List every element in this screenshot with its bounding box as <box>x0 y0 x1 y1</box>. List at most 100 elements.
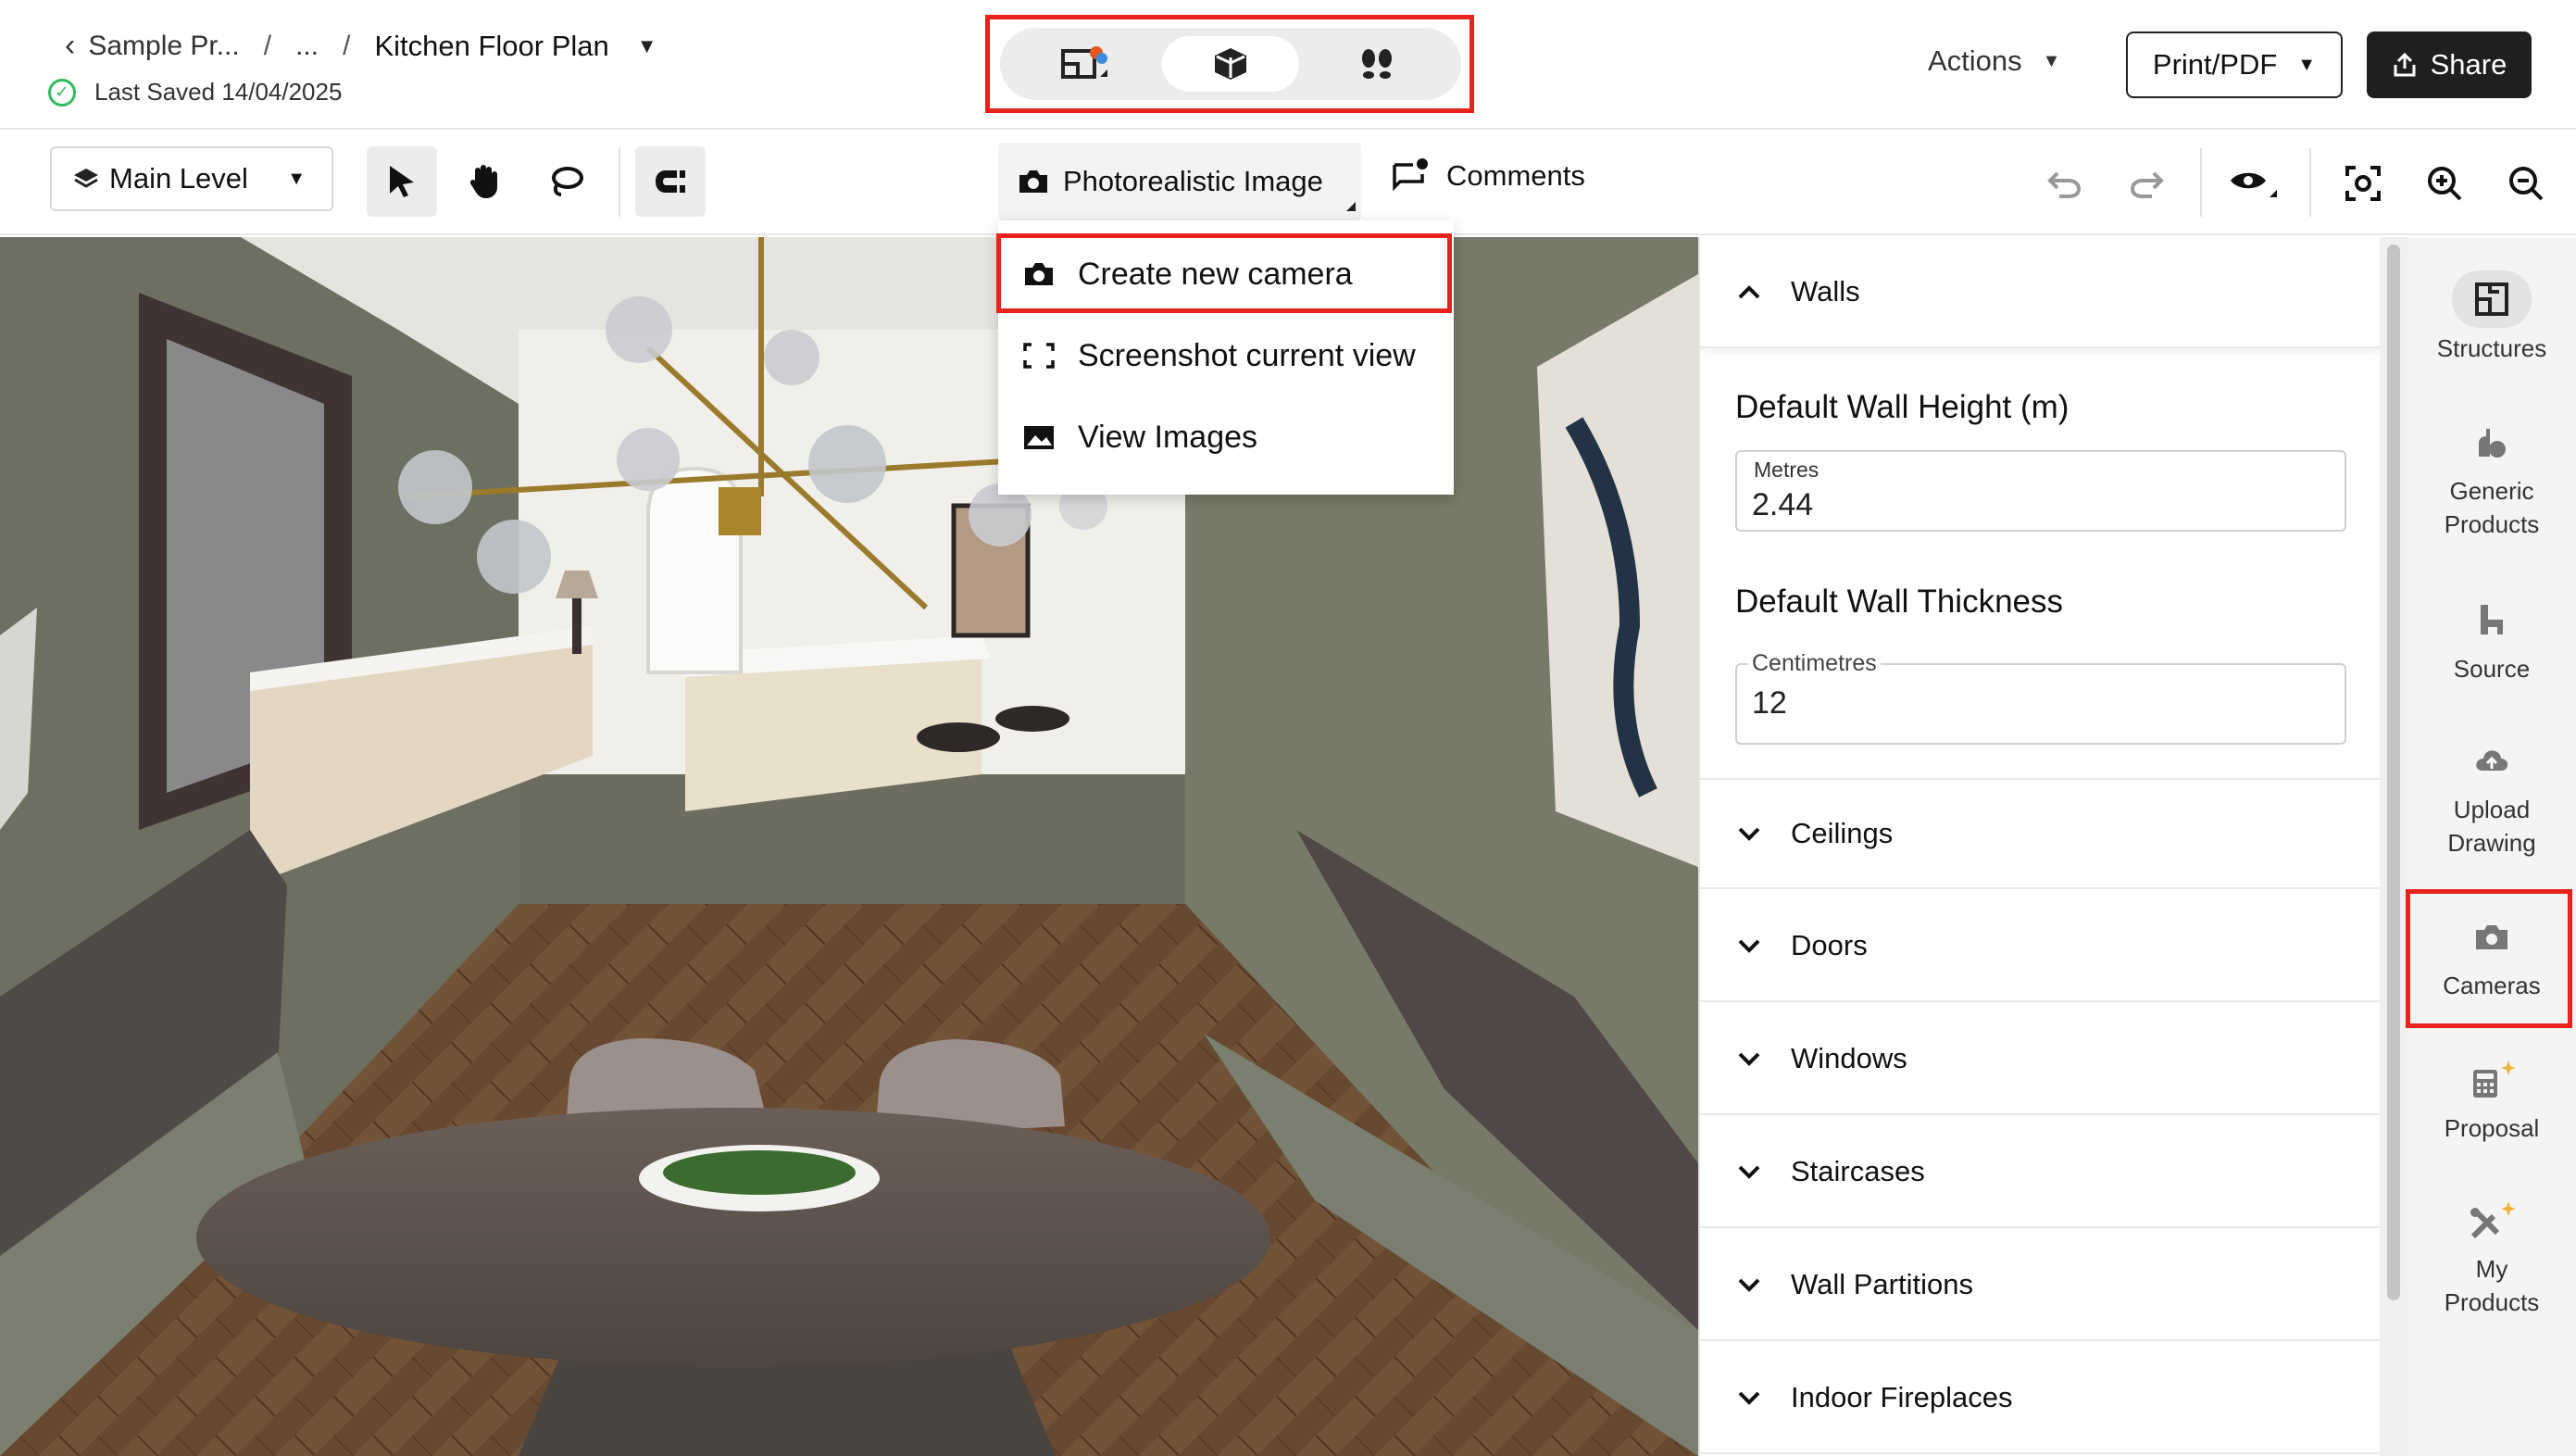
dropdown-item-label: View Images <box>1078 419 1258 455</box>
rail-label: Products <box>2444 510 2540 538</box>
pointer-arrow-icon <box>390 166 414 197</box>
editor-toolbar: Main Level ▼ Photorealistic Image Commen… <box>0 130 2576 235</box>
section-label: Wall Partitions <box>1791 1268 1973 1300</box>
wall-height-field[interactable]: Metres 2.44 <box>1735 450 2346 532</box>
zoom-out-icon <box>2509 167 2544 201</box>
view-images-item[interactable]: View Images <box>998 398 1454 476</box>
document-menu-caret-icon[interactable]: ▼ <box>637 34 657 58</box>
back-chevron-icon[interactable]: ‹ <box>65 28 75 64</box>
image-icon <box>1024 426 1054 449</box>
undo-button[interactable] <box>2039 157 2091 209</box>
section-label: Ceilings <box>1791 817 1894 849</box>
staircases-section-header[interactable]: Staircases <box>1700 1117 2380 1228</box>
zoom-in-button[interactable] <box>2419 157 2470 209</box>
wall-height-value[interactable]: 2.44 <box>1752 487 1813 523</box>
scrollbar-thumb[interactable] <box>2387 245 2400 1300</box>
right-nav-rail: Structures Generic Products Source Uploa… <box>2407 237 2576 1456</box>
rail-label: My <box>2475 1255 2508 1283</box>
dropdown-item-label: Screenshot current view <box>1078 337 1416 373</box>
comment-add-icon <box>1393 158 1428 192</box>
level-selector[interactable]: Main Level ▼ <box>50 146 333 211</box>
indoor-fireplaces-section-header[interactable]: Indoor Fireplaces <box>1700 1343 2380 1454</box>
chevron-down-icon <box>1737 825 1765 842</box>
doors-section-header[interactable]: Doors <box>1700 891 2380 1002</box>
section-label: Doors <box>1791 929 1868 961</box>
rail-item-proposal[interactable]: Proposal <box>2407 1050 2576 1145</box>
view-mode-highlight-box <box>985 15 1474 113</box>
top-header: ‹ Sample Pr... / ... / Kitchen Floor Pla… <box>0 0 2576 130</box>
rail-label: Generic <box>2449 477 2534 505</box>
lasso-icon <box>552 167 583 196</box>
walls-section-header[interactable]: Walls <box>1700 237 2380 348</box>
rail-item-upload-drawing[interactable]: Upload Drawing <box>2407 732 2576 860</box>
actions-menu[interactable]: Actions ▼ <box>1928 44 2060 78</box>
properties-panel: Walls Default Wall Height (m) Metres 2.4… <box>1698 237 2380 1456</box>
print-pdf-button[interactable]: Print/PDF ▼ <box>2126 31 2343 98</box>
redo-icon <box>2130 171 2164 198</box>
snap-magnet-button[interactable] <box>635 146 706 217</box>
rail-item-my-products[interactable]: My Products <box>2407 1191 2576 1319</box>
breadcrumb-ellipsis[interactable]: ... <box>295 31 319 62</box>
eye-icon <box>2231 172 2277 197</box>
redo-button[interactable] <box>2120 157 2172 209</box>
rail-label: Upload <box>2453 796 2531 823</box>
lasso-tool-button[interactable] <box>531 146 602 217</box>
share-button[interactable]: Share <box>2367 31 2532 98</box>
rail-label: Source <box>2453 655 2531 683</box>
chevron-down-icon <box>1737 1276 1765 1293</box>
pan-tool-button[interactable] <box>448 146 519 217</box>
save-status: ✓ Last Saved 14/04/2025 <box>48 78 342 107</box>
hand-icon <box>469 165 497 198</box>
screenshot-current-view-item[interactable]: Screenshot current view <box>998 317 1454 395</box>
zoom-out-button[interactable] <box>2500 157 2552 209</box>
select-tool-button[interactable] <box>367 146 437 217</box>
wall-thickness-title: Default Wall Thickness <box>1735 584 2064 620</box>
saved-check-icon: ✓ <box>48 78 76 107</box>
photorealistic-image-button[interactable]: Photorealistic Image <box>998 143 1361 220</box>
rail-item-source[interactable]: Source <box>2407 591 2576 685</box>
breadcrumb-separator: / <box>263 30 272 61</box>
caret-down-icon: ▼ <box>2297 54 2317 75</box>
wall-thickness-value[interactable]: 12 <box>1752 685 1787 722</box>
windows-section-header[interactable]: Windows <box>1700 1004 2380 1115</box>
structures-icon <box>2452 270 2532 328</box>
rail-item-generic-products[interactable]: Generic Products <box>2407 413 2576 541</box>
toolbar-divider <box>619 148 620 217</box>
caret-down-icon: ▼ <box>2042 50 2061 71</box>
wall-height-unit: Metres <box>1750 458 1823 483</box>
section-label: Windows <box>1791 1042 1907 1074</box>
ceilings-section-header[interactable]: Ceilings <box>1700 778 2380 889</box>
cloud-upload-icon <box>2452 732 2532 789</box>
section-label: Indoor Fireplaces <box>1791 1381 2013 1413</box>
breadcrumb-project[interactable]: Sample Pr... <box>88 31 239 62</box>
last-saved-text: Last Saved 14/04/2025 <box>94 78 343 106</box>
rail-item-structures[interactable]: Structures <box>2407 270 2576 365</box>
section-label: Staircases <box>1791 1155 1925 1187</box>
screenshot-frame-icon <box>1023 343 1055 369</box>
document-title[interactable]: Kitchen Floor Plan <box>374 30 608 63</box>
breadcrumb: ‹ Sample Pr... / ... / Kitchen Floor Pla… <box>65 28 657 64</box>
rail-label: Products <box>2444 1288 2540 1316</box>
layers-icon <box>74 169 98 188</box>
magnet-icon <box>656 170 685 193</box>
share-label: Share <box>2430 48 2507 81</box>
camera-icon <box>1019 170 1047 193</box>
panel-scrollbar[interactable] <box>2380 237 2407 1456</box>
share-upload-icon <box>2394 52 2416 77</box>
wall-thickness-unit: Centimetres <box>1748 650 1881 677</box>
focus-frame-icon <box>2345 166 2381 201</box>
chevron-down-icon <box>1737 937 1765 954</box>
chevron-down-icon <box>1737 1389 1765 1406</box>
actions-label: Actions <box>1928 44 2022 77</box>
corner-caret-icon <box>1346 202 1356 211</box>
toolbar-divider <box>2309 148 2311 217</box>
visibility-menu-button[interactable] <box>2222 157 2287 209</box>
toolbar-divider <box>2200 148 2202 217</box>
comments-button[interactable]: Comments <box>1391 157 1585 195</box>
wall-thickness-field[interactable]: Centimetres 12 <box>1735 650 2346 745</box>
wall-partitions-section-header[interactable]: Wall Partitions <box>1700 1230 2380 1341</box>
fit-view-button[interactable] <box>2337 157 2389 209</box>
tools-sparkle-icon <box>2452 1191 2532 1249</box>
rail-label: Proposal <box>2444 1114 2540 1142</box>
print-label: Print/PDF <box>2152 48 2278 81</box>
